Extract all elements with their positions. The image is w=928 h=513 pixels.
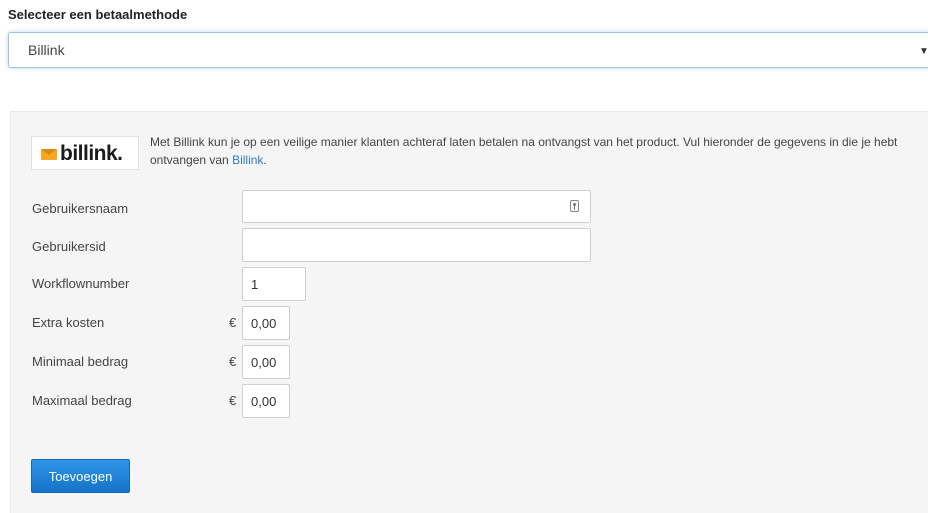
billink-logo-text: billink. xyxy=(60,142,123,165)
min-amount-field-wrapper xyxy=(242,345,290,379)
workflow-field[interactable] xyxy=(243,268,305,300)
workflow-field-wrapper xyxy=(242,267,306,301)
password-manager-icon[interactable] xyxy=(570,200,579,212)
username-label: Gebruikersnaam xyxy=(32,201,129,216)
billink-settings-panel: billink. Met Billink kun je op een veili… xyxy=(10,111,928,513)
userid-label: Gebruikersid xyxy=(32,239,106,254)
userid-field[interactable] xyxy=(243,229,590,261)
provider-description: Met Billink kun je op een veilige manier… xyxy=(150,133,910,169)
username-field[interactable] xyxy=(243,191,590,222)
extra-costs-currency: € xyxy=(229,315,237,330)
payment-method-select[interactable]: Billink ▼ xyxy=(8,32,928,68)
billink-link[interactable]: Billink xyxy=(232,153,263,167)
extra-costs-label: Extra kosten xyxy=(32,315,105,330)
userid-field-wrapper xyxy=(242,228,591,262)
extra-costs-field-wrapper xyxy=(242,306,290,340)
username-field-wrapper xyxy=(242,190,591,223)
min-amount-label: Minimaal bedrag xyxy=(32,354,129,369)
billink-logo: billink. xyxy=(31,136,139,170)
max-amount-currency: € xyxy=(229,393,237,408)
max-amount-label: Maximaal bedrag xyxy=(32,393,132,408)
max-amount-field-wrapper xyxy=(242,384,290,418)
payment-method-label: Selecteer een betaalmethode xyxy=(8,7,188,22)
max-amount-field[interactable] xyxy=(243,385,289,417)
payment-method-selected-value: Billink xyxy=(28,42,65,58)
min-amount-field[interactable] xyxy=(243,346,289,378)
extra-costs-field[interactable] xyxy=(243,307,289,339)
workflow-label: Workflownumber xyxy=(32,276,130,291)
add-button[interactable]: Toevoegen xyxy=(31,459,130,493)
caret-down-icon[interactable]: ▼ xyxy=(919,46,928,57)
provider-description-end: . xyxy=(263,153,267,167)
envelope-icon xyxy=(41,149,57,160)
min-amount-currency: € xyxy=(229,354,237,369)
